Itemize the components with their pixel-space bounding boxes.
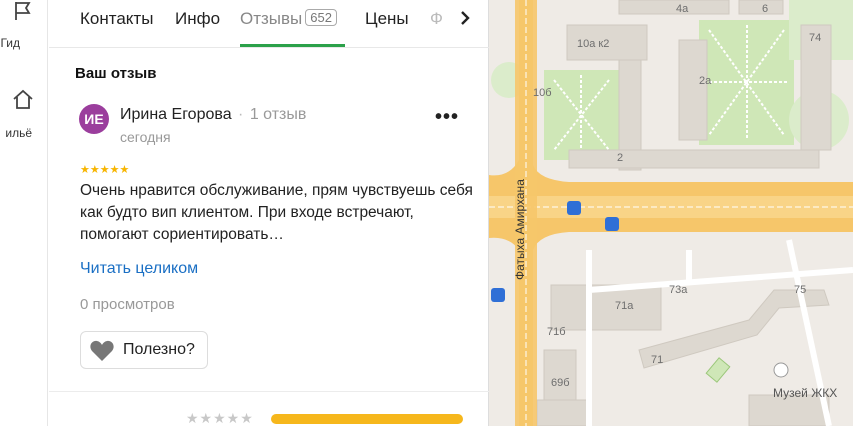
review-date: сегодня [120, 129, 171, 145]
tab-info[interactable]: Инфо [175, 9, 220, 29]
avatar[interactable]: ИЕ [79, 104, 109, 134]
rail-item-guide[interactable]: Гид [0, 0, 48, 60]
tab-photos[interactable]: Ф [430, 9, 443, 29]
museum-label[interactable]: Музей ЖКХ [773, 386, 837, 400]
rail-item-label: Гид [0, 36, 20, 50]
map-building-label: 71 [651, 354, 664, 366]
screen: Гид ильё Контакты Инфо Отзывы 652 Цены Ф … [0, 0, 853, 426]
org-card-panel: Контакты Инфо Отзывы 652 Цены Ф Ваш отзыв… [49, 0, 489, 426]
useful-label: Полезно? [123, 341, 195, 358]
divider [49, 391, 489, 392]
active-tab-indicator [240, 44, 345, 47]
more-options-button[interactable]: ••• [435, 106, 459, 129]
left-rail: Гид ильё [0, 0, 48, 426]
house-icon [13, 89, 33, 109]
useful-button[interactable]: Полезно? [80, 331, 208, 369]
map-building-label: 69б [551, 377, 570, 389]
rating-stars-row: ★★★★★ [186, 410, 254, 426]
tab-prices[interactable]: Цены [365, 9, 409, 29]
street-label: Фатыха Амирхана [513, 179, 527, 280]
reviews-count-badge: 652 [305, 9, 337, 26]
rail-item-label: ильё [5, 126, 32, 140]
flag-icon [15, 2, 31, 20]
heart-icon [90, 340, 114, 361]
rail-item-housing[interactable]: ильё [0, 84, 48, 144]
read-more-link[interactable]: Читать целиком [80, 260, 198, 278]
tab-reviews-label: Отзывы [240, 9, 303, 28]
map-building-label: 74 [809, 32, 822, 44]
tab-reviews[interactable]: Отзывы 652 [240, 9, 337, 29]
author-name[interactable]: Ирина Егорова [120, 106, 232, 123]
chevron-right-icon[interactable] [454, 7, 476, 29]
map-building-label: 2а [699, 75, 712, 87]
map-canvas [489, 0, 853, 426]
map-building-label: 71б [547, 326, 566, 338]
map-building-label: 4а [676, 3, 689, 15]
review-author: Ирина Егорова · 1 отзыв [120, 106, 307, 123]
map[interactable]: 4а 6 74 10а к2 10б 2а 2 73а 75 71а 71б 7… [489, 0, 853, 426]
section-title: Ваш отзыв [75, 65, 157, 82]
map-building-label: 2 [617, 152, 624, 164]
map-building-label: 10а к2 [577, 38, 610, 50]
author-reviews-count: 1 отзыв [249, 106, 307, 123]
views-count: 0 просмотров [80, 296, 175, 313]
tab-contacts[interactable]: Контакты [80, 9, 153, 29]
rating-progress-bar [271, 414, 463, 424]
map-building-label: 73а [669, 284, 688, 296]
map-building-label: 6 [762, 3, 769, 15]
review-rating-stars: ★★★★★ [80, 164, 130, 176]
map-building-label: 10б [533, 87, 552, 99]
map-building-label: 75 [794, 284, 807, 296]
tab-bar: Контакты Инфо Отзывы 652 Цены Ф [49, 0, 489, 48]
map-building-label: 71а [615, 300, 634, 312]
review-text: Очень нравится обслуживание, прям чувств… [80, 182, 473, 243]
